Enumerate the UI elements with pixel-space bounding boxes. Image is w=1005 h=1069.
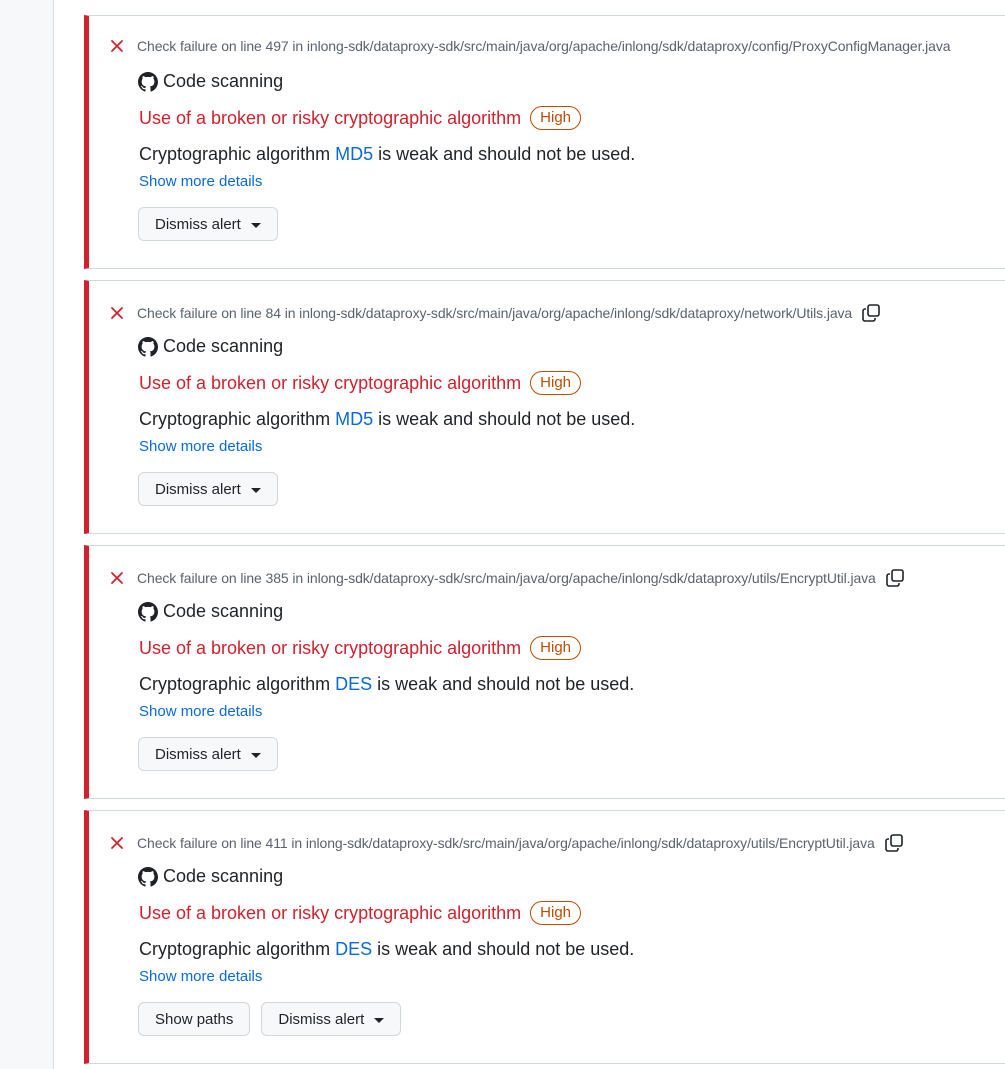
algorithm-name: DES bbox=[335, 674, 373, 694]
annotation-actions: Dismiss alert bbox=[138, 207, 289, 241]
annotation-list: Check failure on line 497 in inlong-sdk/… bbox=[84, 15, 1005, 1069]
alert-message: Cryptographic algorithm MD5 is weak and … bbox=[139, 409, 635, 430]
dismiss-alert-label: Dismiss alert bbox=[278, 1010, 365, 1028]
x-icon bbox=[109, 570, 125, 586]
copy-icon[interactable] bbox=[885, 568, 905, 588]
rule-title-row: Use of a broken or risky cryptographic a… bbox=[139, 636, 582, 660]
tool-name: Code scanning bbox=[138, 336, 283, 357]
tool-name: Code scanning bbox=[138, 601, 283, 622]
show-more-details-link[interactable]: Show more details bbox=[139, 173, 262, 190]
github-icon bbox=[138, 336, 158, 357]
tool-name: Code scanning bbox=[138, 71, 283, 92]
dismiss-alert-button[interactable]: Dismiss alert bbox=[138, 207, 278, 241]
github-icon bbox=[138, 601, 158, 622]
caret-down-icon bbox=[374, 1017, 385, 1023]
check-annotation: Check failure on line 84 in inlong-sdk/d… bbox=[84, 280, 1005, 534]
annotation-header: Check failure on line 84 in inlong-sdk/d… bbox=[109, 303, 881, 323]
dismiss-alert-label: Dismiss alert bbox=[155, 215, 241, 233]
dismiss-alert-button[interactable]: Dismiss alert bbox=[261, 1002, 402, 1036]
x-icon bbox=[109, 835, 125, 851]
algorithm-name: MD5 bbox=[335, 409, 374, 429]
severity-badge: High bbox=[530, 901, 582, 925]
algorithm-name: MD5 bbox=[335, 144, 374, 164]
show-paths-button[interactable]: Show paths bbox=[138, 1002, 251, 1036]
copy-icon[interactable] bbox=[861, 303, 881, 323]
rule-title: Use of a broken or risky cryptographic a… bbox=[139, 372, 522, 393]
message-suffix: is weak and should not be used. bbox=[372, 674, 635, 694]
message-prefix: Cryptographic algorithm bbox=[139, 939, 336, 959]
annotation-actions: Dismiss alert bbox=[138, 737, 289, 771]
show-more-details-link[interactable]: Show more details bbox=[139, 703, 262, 720]
severity-badge: High bbox=[530, 371, 582, 395]
rule-title-row: Use of a broken or risky cryptographic a… bbox=[139, 371, 582, 395]
severity-badge: High bbox=[530, 636, 582, 660]
annotation-header: Check failure on line 411 in inlong-sdk/… bbox=[109, 833, 904, 853]
message-prefix: Cryptographic algorithm bbox=[139, 674, 336, 694]
annotation-header: Check failure on line 385 in inlong-sdk/… bbox=[109, 568, 905, 588]
annotation-header: Check failure on line 497 in inlong-sdk/… bbox=[109, 38, 951, 54]
annotation-header-text: Check failure on line 411 in inlong-sdk/… bbox=[137, 835, 875, 851]
rule-title: Use of a broken or risky cryptographic a… bbox=[139, 107, 522, 128]
rule-title: Use of a broken or risky cryptographic a… bbox=[139, 637, 522, 658]
severity-badge: High bbox=[530, 106, 582, 130]
tool-name: Code scanning bbox=[138, 866, 283, 887]
alert-message: Cryptographic algorithm DES is weak and … bbox=[139, 939, 634, 960]
x-icon bbox=[109, 38, 125, 54]
diff-gutter bbox=[0, 0, 54, 1069]
rule-title: Use of a broken or risky cryptographic a… bbox=[139, 902, 522, 923]
algorithm-name: DES bbox=[335, 939, 373, 959]
annotation-actions: Show paths Dismiss alert bbox=[138, 1002, 412, 1036]
message-prefix: Cryptographic algorithm bbox=[139, 409, 336, 429]
dismiss-alert-button[interactable]: Dismiss alert bbox=[138, 737, 278, 771]
check-annotation: Check failure on line 411 in inlong-sdk/… bbox=[84, 810, 1005, 1064]
copy-icon[interactable] bbox=[884, 833, 904, 853]
check-annotation: Check failure on line 385 in inlong-sdk/… bbox=[84, 545, 1005, 799]
annotation-actions: Dismiss alert bbox=[138, 472, 289, 506]
message-suffix: is weak and should not be used. bbox=[373, 144, 636, 164]
message-suffix: is weak and should not be used. bbox=[372, 939, 635, 959]
annotation-header-text: Check failure on line 385 in inlong-sdk/… bbox=[137, 570, 876, 586]
caret-down-icon bbox=[250, 752, 261, 758]
annotation-header-text: Check failure on line 84 in inlong-sdk/d… bbox=[137, 305, 853, 321]
message-prefix: Cryptographic algorithm bbox=[139, 144, 336, 164]
github-icon bbox=[138, 71, 158, 92]
page: Check failure on line 497 in inlong-sdk/… bbox=[0, 0, 1005, 1069]
github-icon bbox=[138, 866, 158, 887]
rule-title-row: Use of a broken or risky cryptographic a… bbox=[139, 901, 582, 925]
tool-label: Code scanning bbox=[163, 866, 284, 886]
dismiss-alert-label: Dismiss alert bbox=[155, 480, 241, 498]
tool-label: Code scanning bbox=[163, 336, 284, 356]
alert-message: Cryptographic algorithm MD5 is weak and … bbox=[139, 144, 635, 165]
dismiss-alert-label: Dismiss alert bbox=[155, 745, 241, 763]
check-annotation: Check failure on line 497 in inlong-sdk/… bbox=[84, 15, 1005, 269]
message-suffix: is weak and should not be used. bbox=[373, 409, 636, 429]
tool-label: Code scanning bbox=[163, 71, 284, 91]
x-icon bbox=[109, 305, 125, 321]
show-more-details-link[interactable]: Show more details bbox=[139, 968, 262, 985]
alert-message: Cryptographic algorithm DES is weak and … bbox=[139, 674, 634, 695]
show-more-details-link[interactable]: Show more details bbox=[139, 438, 262, 455]
annotation-header-text: Check failure on line 497 in inlong-sdk/… bbox=[137, 38, 951, 54]
tool-label: Code scanning bbox=[163, 601, 284, 621]
rule-title-row: Use of a broken or risky cryptographic a… bbox=[139, 106, 582, 130]
dismiss-alert-button[interactable]: Dismiss alert bbox=[138, 472, 278, 506]
caret-down-icon bbox=[250, 487, 261, 493]
caret-down-icon bbox=[250, 222, 261, 228]
